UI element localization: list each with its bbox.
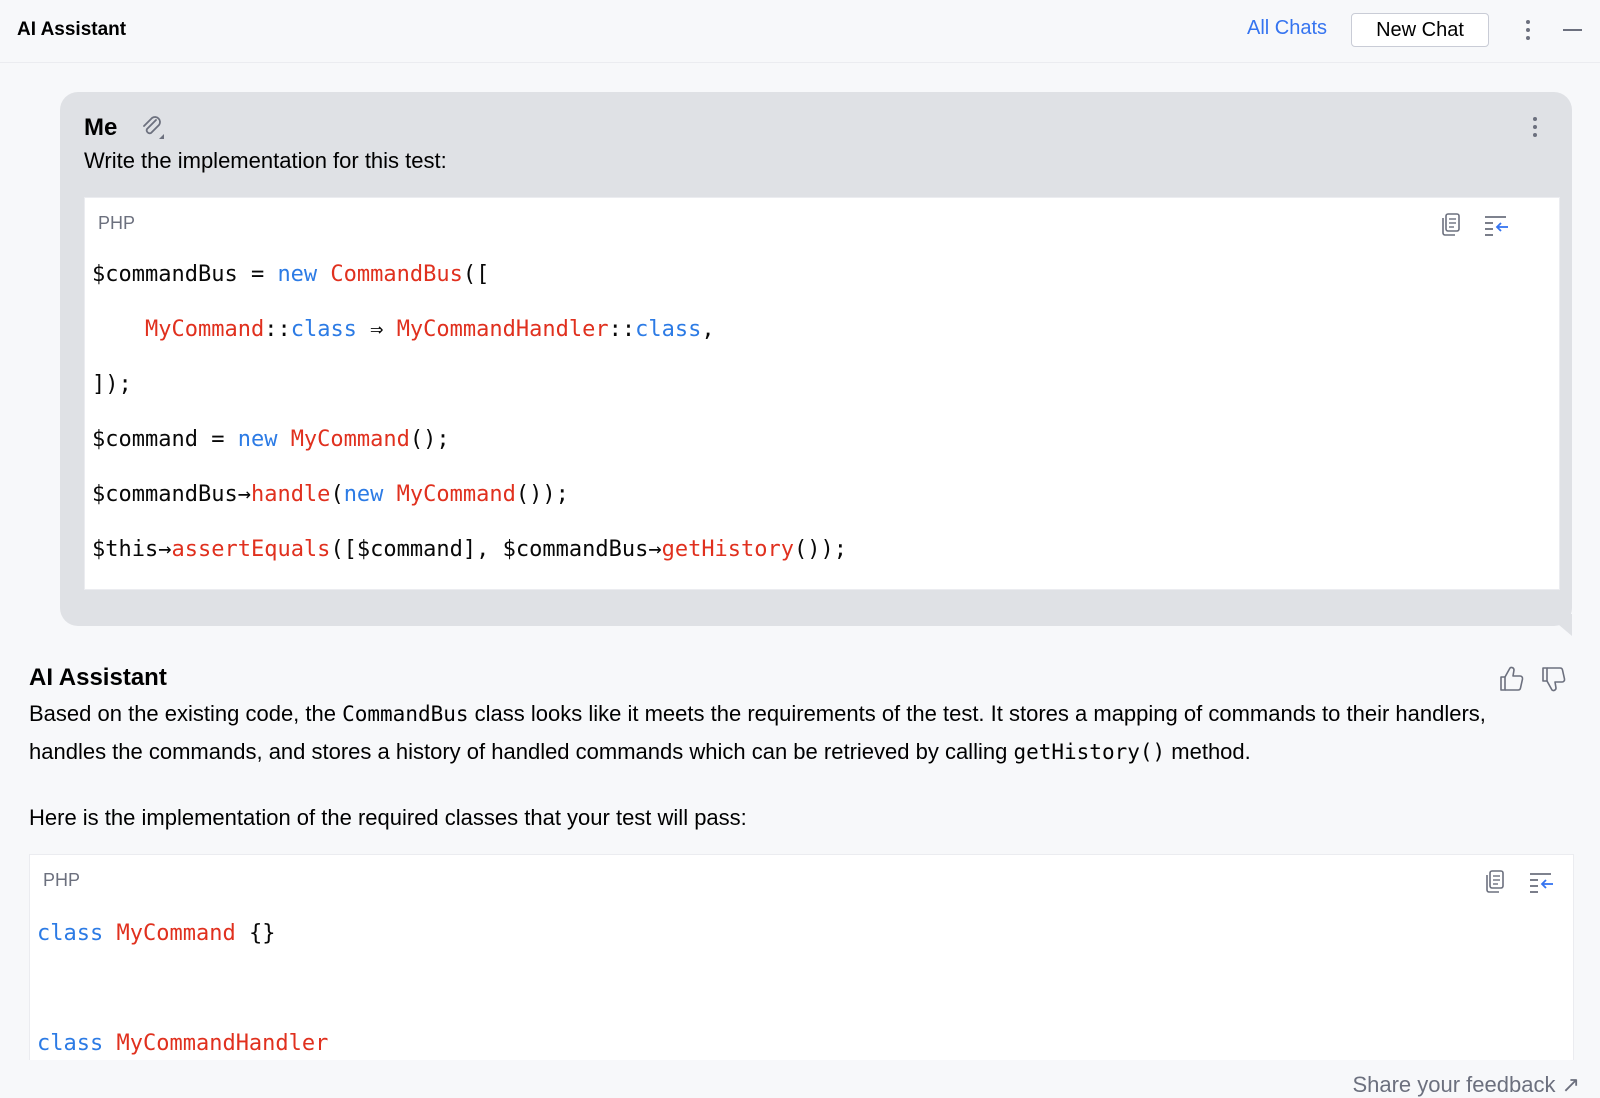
code-token: class — [37, 921, 117, 946]
code-token: , — [701, 317, 715, 342]
code-token: MyCommand — [396, 482, 516, 507]
code-line: MyCommand::class ⇒ MyCommandHandler::cla… — [92, 317, 715, 342]
code-token: new — [277, 262, 331, 287]
assistant-text: Based on the existing code, the — [29, 701, 343, 726]
insert-at-caret-icon[interactable] — [1482, 210, 1510, 238]
code-token: new — [237, 427, 291, 452]
code-token: ()); — [515, 482, 569, 507]
code-token: $commandBus = — [92, 262, 278, 287]
more-options-icon[interactable] — [1518, 15, 1538, 45]
attachment-icon[interactable] — [138, 114, 166, 142]
code-token: $this→ — [92, 537, 172, 562]
code-token: ]); — [92, 372, 132, 397]
code-token: MyCommand — [116, 921, 236, 946]
code-token: MyCommand — [144, 317, 265, 342]
code-token: ()); — [794, 537, 848, 562]
code-token: (); — [409, 427, 450, 452]
message-options-icon[interactable] — [1525, 112, 1545, 142]
assistant-paragraph-1: Based on the existing code, the CommandB… — [29, 695, 1569, 771]
code-token: $commandBus→ — [92, 482, 251, 507]
code-token: :: — [608, 317, 636, 342]
code-line: $commandBus→handle(new MyCommand()); — [92, 482, 569, 507]
code-line: $command = new MyCommand(); — [92, 427, 450, 452]
copy-icon[interactable] — [1439, 210, 1465, 238]
code-token: MyCommand — [290, 427, 410, 452]
code-language: PHP — [98, 213, 136, 233]
user-message-text: Write the implementation for this test: — [84, 148, 447, 173]
code-language: PHP — [43, 870, 81, 890]
assistant-author: AI Assistant — [29, 664, 167, 691]
minimize-icon[interactable] — [1563, 29, 1582, 31]
code-token: CommandBus — [330, 262, 463, 287]
assistant-paragraph-2: Here is the implementation of the requir… — [29, 805, 747, 830]
code-token: assertEquals — [171, 537, 331, 562]
inline-code: getHistory() — [1013, 740, 1166, 764]
code-token: MyCommandHandler — [396, 317, 609, 342]
app-title: AI Assistant — [17, 19, 127, 40]
code-token: :: — [264, 317, 291, 342]
code-token: ([$command], $commandBus→ — [330, 537, 662, 562]
code-line: class MyCommand {} — [37, 921, 275, 946]
code-token: getHistory — [661, 537, 795, 562]
code-token: class — [635, 317, 702, 342]
all-chats-link[interactable]: All Chats — [1247, 17, 1327, 40]
code-token: {} — [235, 921, 276, 946]
user-message: Me Write the implementation for this tes… — [60, 92, 1572, 626]
code-token: ⇒ — [356, 317, 397, 342]
code-token: ([ — [462, 262, 490, 287]
code-token: class — [37, 1031, 117, 1056]
insert-at-caret-icon[interactable] — [1527, 867, 1555, 895]
thumbs-down-icon[interactable] — [1539, 665, 1567, 693]
code-token: class — [290, 317, 357, 342]
code-token: ( — [330, 482, 344, 507]
assistant-text: method. — [1165, 739, 1251, 764]
code-token: $command = — [92, 427, 238, 452]
share-feedback-link[interactable]: Share your feedback ↗ — [1352, 1072, 1580, 1098]
inline-code: CommandBus — [342, 702, 469, 726]
code-token: MyCommandHandler — [116, 1031, 329, 1056]
user-author: Me — [84, 114, 118, 141]
code-block: PHP $commandBus = new CommandBus([ MyCom… — [84, 197, 1560, 590]
code-line: $commandBus = new CommandBus([ — [92, 262, 489, 287]
code-line: ]); — [92, 372, 132, 397]
top-bar: AI Assistant All Chats New Chat — [0, 0, 1600, 63]
code-token: new — [343, 482, 397, 507]
code-line: class MyCommandHandler — [37, 1031, 328, 1056]
code-token: handle — [250, 482, 331, 507]
new-chat-button[interactable]: New Chat — [1351, 13, 1489, 47]
code-line: $this→assertEquals([$command], $commandB… — [92, 537, 847, 562]
copy-icon[interactable] — [1483, 867, 1509, 895]
thumbs-up-icon[interactable] — [1497, 665, 1525, 693]
